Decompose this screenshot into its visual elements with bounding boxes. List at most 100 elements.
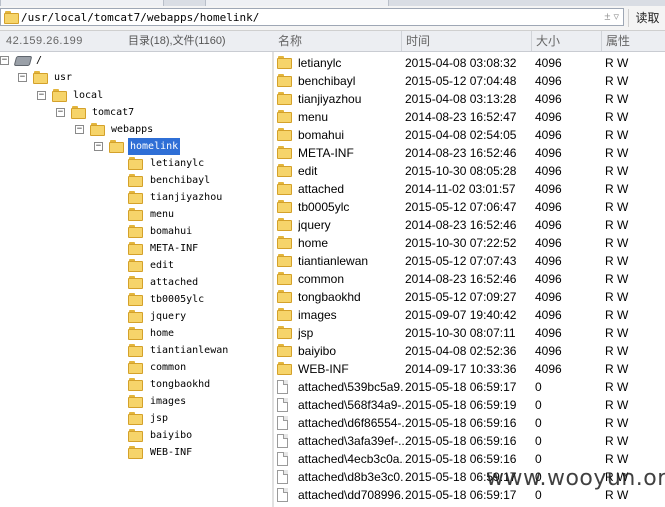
cell-time: 2015-05-12 07:04:48	[405, 74, 517, 88]
column-time[interactable]: 时间	[401, 31, 531, 51]
cell-attr: R W	[605, 56, 629, 70]
folder-row[interactable]: tiantianlewan 2015-05-12 07:07:43 4096 R W	[274, 252, 665, 270]
cell-time: 2015-04-08 02:52:36	[405, 344, 517, 358]
cell-time: 2015-05-18 06:59:16	[405, 416, 517, 430]
cell-attr: R W	[605, 74, 629, 88]
cell-time: 2014-09-17 10:33:36	[405, 362, 517, 376]
path-value[interactable]: /usr/local/tomcat7/webapps/homelink/	[21, 10, 259, 25]
collapse-icon[interactable]: −	[94, 142, 103, 151]
tree-node-label: tianjiyazhou	[150, 192, 223, 203]
cell-name: tianjiyazhou	[298, 92, 362, 106]
folder-row[interactable]: attached 2014-11-02 03:01:57 4096 R W	[274, 180, 665, 198]
watermark-text: www.wooyun.org	[486, 466, 665, 491]
cell-time: 2015-05-18 06:59:16	[405, 434, 517, 448]
cell-time: 2015-05-12 07:07:43	[405, 254, 517, 268]
folder-row[interactable]: baiyibo 2015-04-08 02:52:36 4096 R W	[274, 342, 665, 360]
collapse-icon[interactable]: −	[56, 108, 65, 117]
tree-node-label: home	[150, 328, 175, 339]
column-name[interactable]: 名称	[274, 31, 405, 51]
folder-row[interactable]: edit 2015-10-30 08:05:28 4096 R W	[274, 162, 665, 180]
file-row[interactable]: attached\568f34a9-... 2015-05-18 06:59:19…	[274, 396, 665, 414]
cell-size: 4096	[535, 182, 562, 196]
read-button[interactable]: 读取	[628, 9, 665, 27]
tree-node-label: jquery	[150, 311, 187, 322]
cell-name: bomahui	[298, 128, 345, 142]
collapse-icon[interactable]: −	[37, 91, 46, 100]
cell-name: jquery	[298, 218, 331, 232]
tree-node-label: bomahui	[150, 226, 193, 237]
drive-icon	[13, 55, 33, 72]
file-row[interactable]: attached\539bc5a9... 2015-05-18 06:59:17 0…	[274, 378, 665, 396]
cell-attr: R W	[605, 200, 629, 214]
cell-time: 2015-10-30 08:07:11	[405, 326, 516, 340]
folder-row[interactable]: common 2014-08-23 16:52:46 4096 R W	[274, 270, 665, 288]
folder-row[interactable]: benchibayl 2015-05-12 07:04:48 4096 R W	[274, 72, 665, 90]
folder-icon	[33, 71, 49, 90]
collapse-icon[interactable]: −	[0, 56, 9, 65]
cell-size: 4096	[535, 74, 562, 88]
cell-name: jsp	[298, 326, 314, 340]
tree-node-label: webapps	[111, 124, 154, 135]
file-row[interactable]: attached\3afa39ef-... 2015-05-18 06:59:16…	[274, 432, 665, 450]
cell-size: 4096	[535, 326, 562, 340]
cell-name: baiyibo	[298, 344, 337, 358]
cell-name: attached\d6f86554-...	[298, 416, 404, 430]
cell-name: common	[298, 272, 345, 286]
cell-name: attached\dd708996...	[298, 488, 404, 502]
folder-row[interactable]: jsp 2015-10-30 08:07:11 4096 R W	[274, 324, 665, 342]
collapse-icon[interactable]: −	[18, 73, 27, 82]
folder-row[interactable]: letianylc 2015-04-08 03:08:32 4096 R W	[274, 54, 665, 72]
directory-tree: − / − usr − local − tomcat7 − webapps − …	[0, 52, 272, 507]
cell-attr: R W	[605, 398, 629, 412]
cell-time: 2014-08-23 16:52:46	[405, 218, 517, 232]
folder-row[interactable]: menu 2014-08-23 16:52:47 4096 R W	[274, 108, 665, 126]
cell-time: 2015-05-18 06:59:19	[405, 398, 517, 412]
folder-row[interactable]: tongbaokhd 2015-05-12 07:09:27 4096 R W	[274, 288, 665, 306]
cell-name: attached\4ecb3c0a...	[298, 452, 404, 466]
cell-size: 4096	[535, 344, 562, 358]
column-attr[interactable]: 属性	[601, 31, 665, 51]
folder-row[interactable]: tb0005ylc 2015-05-12 07:06:47 4096 R W	[274, 198, 665, 216]
folder-row[interactable]: jquery 2014-08-23 16:52:46 4096 R W	[274, 216, 665, 234]
cell-time: 2014-11-02 03:01:57	[405, 182, 516, 196]
cell-attr: R W	[605, 128, 629, 142]
file-row[interactable]: attached\d6f86554-... 2015-05-18 06:59:16…	[274, 414, 665, 432]
folder-row[interactable]: images 2015-09-07 19:40:42 4096 R W	[274, 306, 665, 324]
file-list: letianylc 2015-04-08 03:08:32 4096 R Wbench…	[274, 52, 665, 507]
cell-name: edit	[298, 164, 318, 178]
cell-size: 4096	[535, 254, 562, 268]
cell-name: letianylc	[298, 56, 342, 70]
folder-open-icon	[109, 140, 125, 159]
cell-name: tiantianlewan	[298, 254, 369, 268]
cell-size: 0	[535, 416, 542, 430]
folder-row[interactable]: bomahui 2015-04-08 02:54:05 4096 R W	[274, 126, 665, 144]
folder-icon	[4, 11, 20, 27]
cell-attr: R W	[605, 380, 629, 394]
folder-row[interactable]: WEB-INF 2014-09-17 10:33:36 4096 R W	[274, 360, 665, 378]
cell-time: 2015-10-30 07:22:52	[405, 236, 517, 250]
cell-time: 2014-08-23 16:52:47	[405, 110, 517, 124]
cell-attr: R W	[605, 164, 629, 178]
cell-time: 2014-08-23 16:52:46	[405, 146, 517, 160]
folder-row[interactable]: home 2015-10-30 07:22:52 4096 R W	[274, 234, 665, 252]
path-dropdown-control[interactable]: ± ▿	[585, 10, 619, 24]
tree-node-label: /	[36, 55, 43, 66]
cell-attr: R W	[605, 110, 629, 124]
file-list-header: 名称 时间 大小 属性	[274, 31, 665, 52]
cell-time: 2015-04-08 03:13:28	[405, 92, 517, 106]
column-size[interactable]: 大小	[531, 31, 601, 51]
cell-time: 2015-10-30 08:05:28	[405, 164, 517, 178]
folder-icon	[128, 446, 144, 465]
path-input[interactable]: /usr/local/tomcat7/webapps/homelink/ ± ▿	[0, 8, 624, 26]
cell-name: attached\d8b3e3c0...	[298, 470, 404, 484]
folder-row[interactable]: tianjiyazhou 2015-04-08 03:13:28 4096 R W	[274, 90, 665, 108]
cell-name: attached	[298, 182, 345, 196]
folder-row[interactable]: META-INF 2014-08-23 16:52:46 4096 R W	[274, 144, 665, 162]
cell-name: attached\539bc5a9...	[298, 380, 404, 394]
tree-node-label: META-INF	[150, 243, 199, 254]
server-ip: 42.159.26.199	[6, 35, 83, 47]
cell-size: 4096	[535, 308, 562, 322]
cell-size: 0	[535, 380, 542, 394]
collapse-icon[interactable]: −	[75, 125, 84, 134]
cell-attr: R W	[605, 344, 629, 358]
